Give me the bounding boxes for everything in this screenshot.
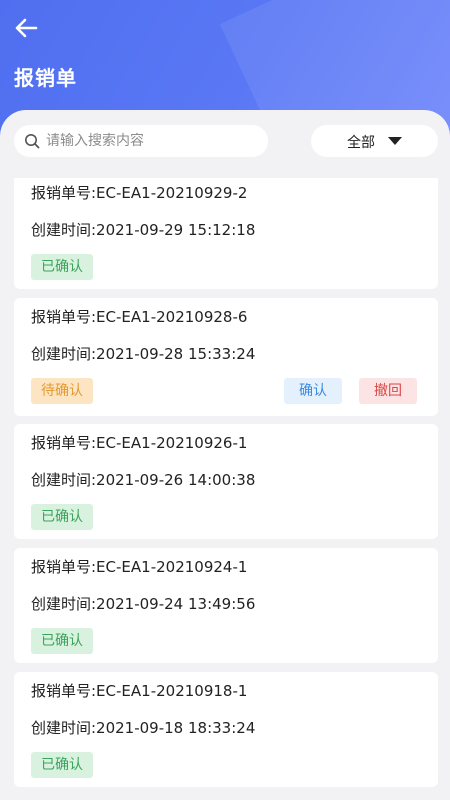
status-filter-dropdown[interactable]: 全部 <box>311 125 438 157</box>
created-time: 创建时间:2021-09-29 15:12:18 <box>31 221 256 239</box>
status-badge: 已确认 <box>31 254 93 280</box>
reimbursement-card[interactable]: 报销单号:EC-EA1-20210929-2 创建时间:2021-09-29 1… <box>14 178 438 289</box>
order-number: 报销单号:EC-EA1-20210929-2 <box>31 184 248 202</box>
search-input[interactable] <box>46 125 260 157</box>
status-badge: 待确认 <box>31 378 93 404</box>
arrow-left-icon <box>15 18 38 38</box>
filter-selected-label: 全部 <box>347 135 375 151</box>
back-button[interactable] <box>12 16 40 40</box>
reimbursement-card[interactable]: 报销单号:EC-EA1-20210918-1 创建时间:2021-09-18 1… <box>14 672 438 787</box>
order-number: 报销单号:EC-EA1-20210926-1 <box>31 434 248 452</box>
created-time: 创建时间:2021-09-24 13:49:56 <box>31 595 256 613</box>
created-time: 创建时间:2021-09-18 18:33:24 <box>31 719 256 737</box>
reimbursement-card[interactable]: 报销单号:EC-EA1-20210926-1 创建时间:2021-09-26 1… <box>14 424 438 539</box>
confirm-button[interactable]: 确认 <box>284 378 342 404</box>
order-number: 报销单号:EC-EA1-20210928-6 <box>31 308 248 326</box>
caret-down-icon <box>388 137 402 145</box>
page-title: 报销单 <box>14 66 77 90</box>
status-badge: 已确认 <box>31 752 93 778</box>
order-number: 报销单号:EC-EA1-20210924-1 <box>31 558 248 576</box>
status-badge: 已确认 <box>31 628 93 654</box>
revoke-button[interactable]: 撤回 <box>359 378 417 404</box>
reimbursement-card[interactable]: 报销单号:EC-EA1-20210924-1 创建时间:2021-09-24 1… <box>14 548 438 663</box>
search-box[interactable] <box>14 125 268 157</box>
created-time: 创建时间:2021-09-28 15:33:24 <box>31 345 256 363</box>
search-icon <box>25 134 40 149</box>
status-badge: 已确认 <box>31 504 93 530</box>
order-number: 报销单号:EC-EA1-20210918-1 <box>31 682 248 700</box>
created-time: 创建时间:2021-09-26 14:00:38 <box>31 471 256 489</box>
reimbursement-card[interactable]: 报销单号:EC-EA1-20210928-6 创建时间:2021-09-28 1… <box>14 298 438 416</box>
